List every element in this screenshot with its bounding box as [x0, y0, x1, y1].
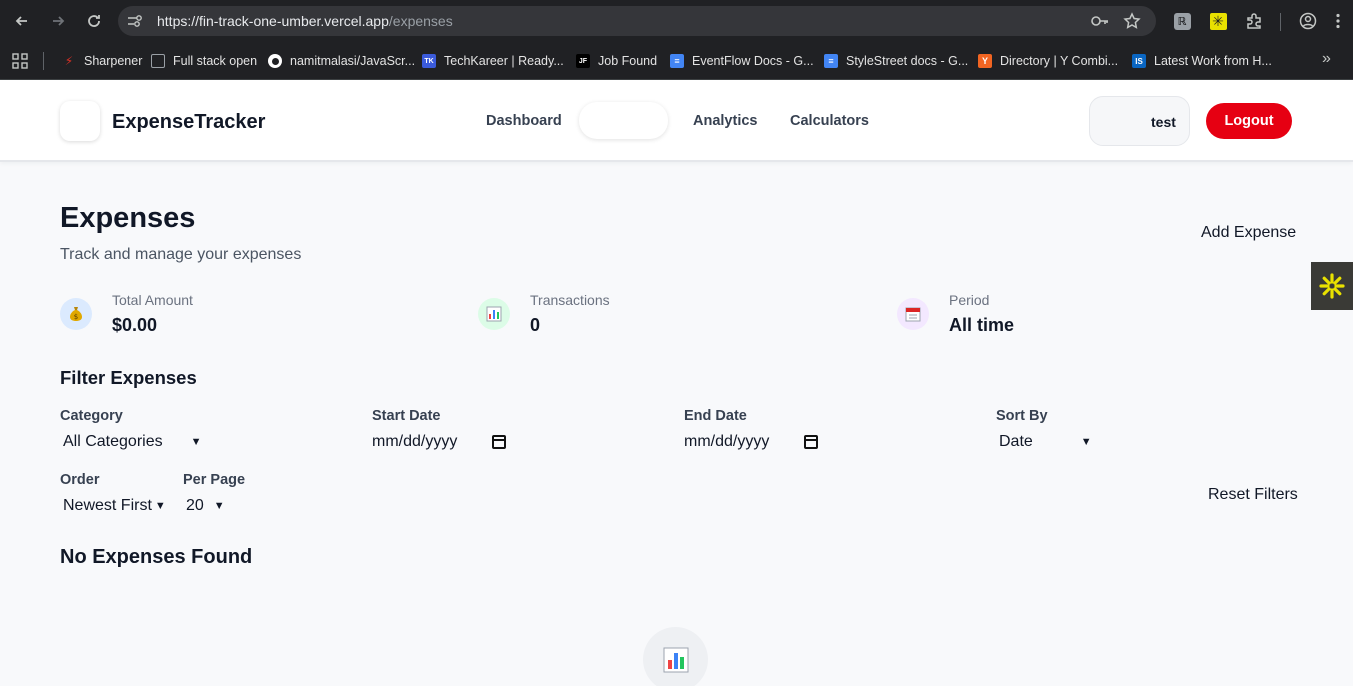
- full-stack-open-favicon-icon: [151, 54, 165, 68]
- nav-analytics[interactable]: Analytics: [693, 113, 757, 129]
- bookmark-sharpener[interactable]: ⚡ Sharpener: [62, 51, 143, 71]
- bookmark-label: Job Found: [598, 54, 658, 68]
- nav-calculators[interactable]: Calculators: [790, 113, 869, 129]
- empty-state-title: No Expenses Found: [60, 546, 253, 568]
- user-name: test: [1151, 114, 1176, 130]
- asterisk-icon: [1319, 273, 1345, 299]
- bookmark-techkareer[interactable]: TK TechKareer | Ready...: [422, 51, 564, 71]
- chevron-down-icon: ▼: [190, 436, 202, 448]
- start-date-input[interactable]: mm/dd/yyyy: [372, 433, 508, 451]
- per-page-label: Per Page: [183, 472, 246, 488]
- reload-icon[interactable]: [80, 7, 108, 35]
- bookmark-label: Full stack open: [173, 54, 258, 68]
- bookmark-label: StyleStreet docs - G...: [846, 54, 969, 68]
- chevron-down-icon: ▼: [1080, 436, 1092, 448]
- profile-icon[interactable]: [1294, 7, 1322, 35]
- start-date-label: Start Date: [372, 408, 441, 424]
- back-icon[interactable]: [8, 7, 36, 35]
- user-chip[interactable]: test: [1089, 96, 1190, 146]
- bookmark-stylestreet-docs[interactable]: ≡ StyleStreet docs - G...: [824, 51, 968, 71]
- bookmark-full-stack-open[interactable]: Full stack open: [151, 51, 257, 71]
- filters-heading: Filter Expenses: [60, 367, 197, 388]
- end-date-placeholder: mm/dd/yyyy: [684, 433, 770, 450]
- per-page-value: 20: [186, 497, 204, 514]
- chevron-down-icon: ▼: [213, 500, 225, 512]
- calendar-picker-icon[interactable]: [804, 435, 818, 449]
- money-bag-icon: $: [60, 298, 92, 330]
- bookmark-y-combinator[interactable]: Y Directory | Y Combi...: [978, 51, 1118, 71]
- bar-chart-icon: [478, 298, 510, 330]
- bar-chart-icon: [643, 627, 708, 686]
- forward-icon[interactable]: [44, 7, 72, 35]
- y-combinator-icon: Y: [978, 54, 992, 68]
- svg-text:$: $: [74, 313, 78, 321]
- category-select[interactable]: All Categories ▼: [63, 433, 202, 451]
- logout-button[interactable]: Logout: [1206, 103, 1292, 139]
- address-bar[interactable]: https://fin-track-one-umber.vercel.app/e…: [118, 6, 1156, 36]
- stat-period-label: Period: [949, 292, 990, 308]
- bookmark-label: Directory | Y Combi...: [1000, 54, 1119, 68]
- per-page-select[interactable]: 20 ▼: [186, 497, 225, 515]
- bookmark-job-found[interactable]: JF Job Found: [576, 51, 657, 71]
- sort-by-label: Sort By: [996, 408, 1048, 424]
- logo[interactable]: [60, 101, 100, 141]
- category-value: All Categories: [63, 433, 163, 450]
- bookmark-label: EventFlow Docs - G...: [692, 54, 814, 68]
- stat-total-value: $0.00: [112, 315, 158, 335]
- floating-extension-widget[interactable]: [1311, 262, 1353, 310]
- app-header: ExpenseTracker Dashboard Analytics Calcu…: [0, 80, 1353, 162]
- bookmark-eventflow-docs[interactable]: ≡ EventFlow Docs - G...: [670, 51, 814, 71]
- job-found-favicon-icon: JF: [576, 54, 590, 68]
- url-text: https://fin-track-one-umber.vercel.app/e…: [157, 13, 453, 29]
- more-bookmarks-chevron-icon[interactable]: »: [1322, 50, 1331, 68]
- techkareer-favicon-icon: TK: [422, 54, 436, 68]
- bookmark-label: Sharpener: [84, 54, 143, 68]
- end-date-label: End Date: [684, 408, 747, 424]
- sort-by-select[interactable]: Date ▼: [999, 433, 1092, 451]
- browser-toolbar: https://fin-track-one-umber.vercel.app/e…: [0, 0, 1353, 42]
- bookmark-label: Latest Work from H...: [1154, 54, 1272, 68]
- sort-by-value: Date: [999, 433, 1033, 450]
- nav-dashboard[interactable]: Dashboard: [486, 113, 562, 129]
- apps-grid-icon[interactable]: [12, 53, 28, 74]
- extensions-puzzle-icon[interactable]: [1240, 7, 1268, 35]
- order-select[interactable]: Newest First ▼: [63, 497, 166, 515]
- chevron-down-icon: ▼: [154, 500, 166, 512]
- bookmarks-bar: ⚡ Sharpener Full stack open namitmalasi/…: [0, 42, 1353, 80]
- add-expense-button[interactable]: Add Expense: [1201, 224, 1296, 242]
- reset-filters-button[interactable]: Reset Filters: [1208, 486, 1298, 504]
- github-icon: [268, 54, 282, 68]
- bookmark-star-icon[interactable]: [1123, 12, 1141, 35]
- google-docs-icon: ≡: [670, 54, 684, 68]
- end-date-input[interactable]: mm/dd/yyyy: [684, 433, 820, 451]
- calendar-icon: [897, 298, 929, 330]
- bookmark-label: TechKareer | Ready...: [444, 54, 564, 68]
- stat-total-label: Total Amount: [112, 292, 193, 308]
- is-favicon-icon: IS: [1132, 54, 1146, 68]
- bookmark-github[interactable]: namitmalasi/JavaScr...: [268, 51, 415, 71]
- calendar-picker-icon[interactable]: [492, 435, 506, 449]
- page-title: Expenses: [60, 202, 196, 234]
- extension-k-icon[interactable]: ℝ: [1168, 7, 1196, 35]
- page-subtitle: Track and manage your expenses: [60, 246, 302, 263]
- order-label: Order: [60, 472, 100, 488]
- google-docs-icon: ≡: [824, 54, 838, 68]
- nav-expenses[interactable]: [579, 102, 668, 139]
- category-label: Category: [60, 408, 123, 424]
- bookmarks-divider: [43, 52, 44, 70]
- sharpener-favicon-icon: ⚡: [64, 54, 74, 68]
- stat-period-value: All time: [949, 315, 1015, 335]
- bookmark-latest-work[interactable]: IS Latest Work from H...: [1132, 51, 1272, 71]
- order-value: Newest First: [63, 497, 152, 514]
- brand-name[interactable]: ExpenseTracker: [112, 111, 265, 134]
- stat-transactions-label: Transactions: [530, 292, 610, 308]
- password-key-icon[interactable]: [1090, 13, 1110, 34]
- extension-asterisk-icon[interactable]: ✳: [1204, 7, 1232, 35]
- bookmark-label: namitmalasi/JavaScr...: [290, 54, 416, 68]
- site-settings-icon[interactable]: [126, 13, 144, 29]
- stat-transactions-value: 0: [530, 315, 541, 335]
- toolbar-divider: [1280, 13, 1281, 31]
- menu-kebab-icon[interactable]: [1324, 7, 1352, 35]
- start-date-placeholder: mm/dd/yyyy: [372, 433, 458, 450]
